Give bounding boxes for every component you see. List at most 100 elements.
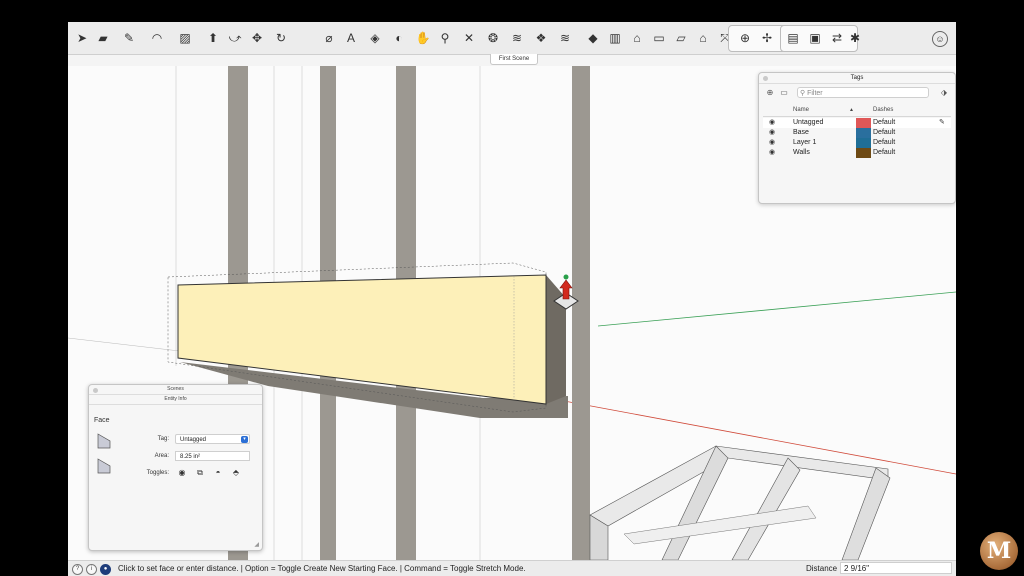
- distance-input[interactable]: 2 9/16": [840, 562, 952, 574]
- walk-icon[interactable]: ✢: [758, 29, 776, 47]
- user-account-icon[interactable]: ☺: [932, 31, 948, 47]
- tag-row[interactable]: ◉ Untagged Default ✎: [763, 118, 951, 128]
- tag-select-value: Untagged: [180, 437, 207, 443]
- area-field: 8.25 in²: [175, 451, 250, 461]
- entity-type-label: Face: [94, 417, 110, 424]
- status-bar: ? i ● Click to set face or enter distanc…: [68, 560, 956, 576]
- tag-dashes[interactable]: Default: [873, 148, 895, 158]
- tags-toolbar: ⊕ ▭ ⚲ Filter ⬗: [759, 84, 955, 102]
- text-label-icon[interactable]: A: [342, 29, 360, 47]
- eraser-icon[interactable]: ▰: [94, 29, 112, 47]
- lock-toggle-icon[interactable]: ⬘: [231, 468, 241, 478]
- tag-name: Walls: [793, 149, 810, 156]
- tag-select[interactable]: Untagged ▾: [175, 434, 250, 444]
- tag-name: Layer 1: [793, 139, 817, 146]
- pan-icon[interactable]: ✋: [414, 29, 432, 47]
- help-icon[interactable]: ?: [72, 564, 83, 575]
- visibility-eye-icon[interactable]: ◉: [177, 468, 187, 478]
- add-tag-icon[interactable]: ⊕: [765, 88, 775, 98]
- scene-tab-first-scene[interactable]: First Scene: [490, 54, 538, 65]
- tag-dashes[interactable]: Default: [873, 118, 895, 128]
- m-logo: M: [980, 532, 1018, 570]
- panel-close-dot[interactable]: [763, 76, 768, 81]
- chevron-down-icon: ▾: [241, 436, 248, 443]
- face-thumbnail-icon: [97, 433, 111, 449]
- display-settings-icon[interactable]: ▣: [806, 29, 824, 47]
- tag-dashes[interactable]: Default: [873, 128, 895, 138]
- entity-info-title: Entity Info: [89, 395, 262, 405]
- scenes-panel-title: Scenes: [89, 385, 262, 395]
- components-icon[interactable]: ❂: [484, 29, 502, 47]
- tag-row[interactable]: ◉ Walls Default: [763, 148, 951, 158]
- side-view-icon[interactable]: ▱: [672, 29, 690, 47]
- tag-color-swatch[interactable]: [856, 118, 871, 128]
- sketchup-window: ➤ ▰ ✎ ◠ ▨ ⬆ ⤻ ✥ ↻ ⌀ A ◈ ◐ ✋ ⚲ ✕ ❂ ≋ ❖ ≋ ◆ ▥ ⌂ ▭ ▱ ⌂ ⤧ ⊕ ✢ ▤ ▣ ⇄ ✱ ☺ First…: [68, 22, 956, 576]
- cast-shadows-icon[interactable]: ⧉: [195, 468, 205, 478]
- extension-icon[interactable]: ✱: [846, 29, 864, 47]
- tag-row[interactable]: ◉ Layer 1 Default: [763, 138, 951, 148]
- cylinder-view-icon[interactable]: ▥: [606, 29, 624, 47]
- resize-grip-icon[interactable]: ◢: [254, 541, 259, 548]
- tag-row[interactable]: ◉ Base Default: [763, 128, 951, 138]
- visibility-eye-icon[interactable]: ◉: [769, 138, 779, 148]
- house-view-icon[interactable]: ⌂: [628, 29, 646, 47]
- move-icon[interactable]: ✥: [248, 29, 266, 47]
- tag-name: Untagged: [793, 119, 824, 126]
- position-camera-icon[interactable]: ⊕: [736, 29, 754, 47]
- tag-color-swatch[interactable]: [856, 128, 871, 138]
- tape-measure-icon[interactable]: ⌀: [320, 29, 338, 47]
- visibility-eye-icon[interactable]: ◉: [769, 148, 779, 158]
- column-dashes[interactable]: Dashes: [873, 104, 893, 116]
- visibility-eye-icon[interactable]: ◉: [769, 118, 779, 128]
- distance-label: Distance: [806, 564, 838, 573]
- tags-panel: Tags ⊕ ▭ ⚲ Filter ⬗ Name ▲ Dashes ◉ Untag…: [758, 72, 956, 204]
- tags-table-header: Name ▲ Dashes: [763, 104, 951, 117]
- floor-frame: [589, 445, 891, 560]
- main-toolbar: ➤ ▰ ✎ ◠ ▨ ⬆ ⤻ ✥ ↻ ⌀ A ◈ ◐ ✋ ⚲ ✕ ❂ ≋ ❖ ≋ ◆ ▥ ⌂ ▭ ▱ ⌂ ⤧ ⊕ ✢ ▤ ▣ ⇄ ✱ ☺: [68, 22, 956, 55]
- tag-color-swatch[interactable]: [856, 138, 871, 148]
- face-thumbnail-icon: [97, 458, 111, 474]
- tag-filter-placeholder: Filter: [807, 90, 823, 97]
- transfer-icon[interactable]: ⇄: [828, 29, 846, 47]
- rectangle-icon[interactable]: ▨: [176, 29, 194, 47]
- solid-tools-icon[interactable]: ❖: [532, 29, 550, 47]
- select-arrow-icon[interactable]: ➤: [73, 29, 91, 47]
- guide-line: [68, 337, 189, 353]
- scene-manager-icon[interactable]: ▤: [784, 29, 802, 47]
- back-view-icon[interactable]: ⌂: [694, 29, 712, 47]
- zoom-icon[interactable]: ⚲: [436, 29, 454, 47]
- front-view-icon[interactable]: ▭: [650, 29, 668, 47]
- sort-chevron-icon[interactable]: ▲: [849, 104, 854, 116]
- tag-filter-input[interactable]: ⚲ Filter: [797, 87, 929, 98]
- add-folder-icon[interactable]: ▭: [779, 88, 789, 98]
- sandbox-icon[interactable]: ≋: [556, 29, 574, 47]
- paint-bucket-icon[interactable]: ◈: [366, 29, 384, 47]
- tag-color-swatch[interactable]: [856, 148, 871, 158]
- panel-close-dot[interactable]: [93, 388, 98, 393]
- toggles-label: Toggles:: [146, 470, 169, 476]
- info-icon[interactable]: i: [86, 564, 97, 575]
- tag-dashes[interactable]: Default: [873, 138, 895, 148]
- push-pull-icon[interactable]: ⬆: [204, 29, 222, 47]
- rotate-icon[interactable]: ↻: [272, 29, 290, 47]
- column-name[interactable]: Name: [793, 104, 809, 116]
- tag-details-icon[interactable]: ⬗: [939, 88, 949, 98]
- section-plane-icon[interactable]: ≋: [508, 29, 526, 47]
- zoom-extents-icon[interactable]: ✕: [460, 29, 478, 47]
- orbit-icon[interactable]: ◐: [390, 29, 408, 47]
- pencil-line-icon[interactable]: ✎: [120, 29, 138, 47]
- red-axis: [547, 397, 956, 475]
- tags-panel-title: Tags: [759, 73, 955, 84]
- arc-icon[interactable]: ◠: [148, 29, 166, 47]
- green-axis: [597, 291, 956, 327]
- tag-label: Tag:: [157, 436, 169, 442]
- iso-view-icon[interactable]: ◆: [584, 29, 602, 47]
- status-message: Click to set face or enter distance. | O…: [118, 564, 526, 573]
- geo-location-icon[interactable]: ●: [100, 564, 111, 575]
- visibility-eye-icon[interactable]: ◉: [769, 128, 779, 138]
- wall-stud: [572, 66, 590, 560]
- edit-pencil-icon[interactable]: ✎: [939, 118, 945, 128]
- follow-me-icon[interactable]: ⤻: [226, 29, 244, 47]
- receive-shadows-icon[interactable]: ◓: [213, 468, 223, 478]
- entity-info-panel: Scenes Entity Info Face Tag: Untagged ▾ …: [88, 384, 263, 551]
